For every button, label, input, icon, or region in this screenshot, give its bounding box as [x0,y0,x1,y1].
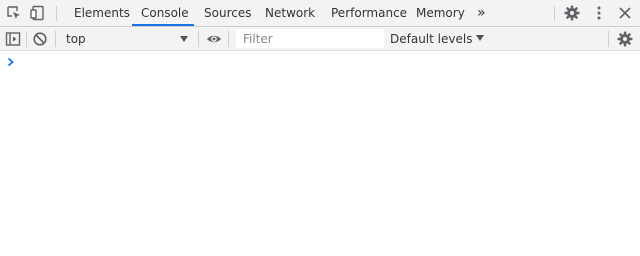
context-selector[interactable]: top [60,29,194,48]
tab-console[interactable]: Console [141,0,189,26]
devtools-window: Elements Console Sources Network Perform… [0,0,640,256]
log-levels-label: Default levels [390,32,473,46]
gear-icon[interactable] [564,5,580,21]
tab-performance[interactable]: Performance [331,0,407,26]
tabbar-divider-right [554,6,555,21]
filter-input[interactable] [236,29,384,48]
toolbar-divider [608,31,609,47]
toolbar-divider [228,31,229,47]
device-toolbar-icon[interactable] [30,5,46,21]
kebab-menu-icon[interactable] [591,5,607,21]
tab-elements[interactable]: Elements [74,0,130,26]
active-tab-indicator [132,24,194,26]
chevron-down-icon [180,36,188,42]
inspect-element-icon[interactable] [6,5,22,21]
more-tabs-button[interactable]: » [477,0,486,26]
log-levels-dropdown[interactable]: Default levels [390,29,485,48]
tab-memory[interactable]: Memory [416,0,465,26]
console-prompt[interactable] [0,53,640,69]
toolbar-divider [55,31,56,47]
console-input[interactable] [22,53,632,69]
tab-network[interactable]: Network [265,0,315,26]
prompt-chevron-icon [6,56,16,67]
console-settings-gear-icon[interactable] [617,31,633,47]
chevron-down-icon [476,35,485,41]
close-icon[interactable] [617,5,633,21]
sidebar-toggle-icon[interactable] [5,31,21,47]
toolbar-divider [26,31,27,47]
console-toolbar: top Default levels [0,27,640,51]
console-output[interactable] [0,51,640,256]
tab-sources[interactable]: Sources [204,0,251,26]
eye-icon[interactable] [206,31,222,47]
clear-console-icon[interactable] [32,31,48,47]
devtools-tabbar: Elements Console Sources Network Perform… [0,0,640,27]
tabbar-divider [56,6,57,21]
context-value: top [66,32,86,46]
toolbar-divider [198,31,199,47]
